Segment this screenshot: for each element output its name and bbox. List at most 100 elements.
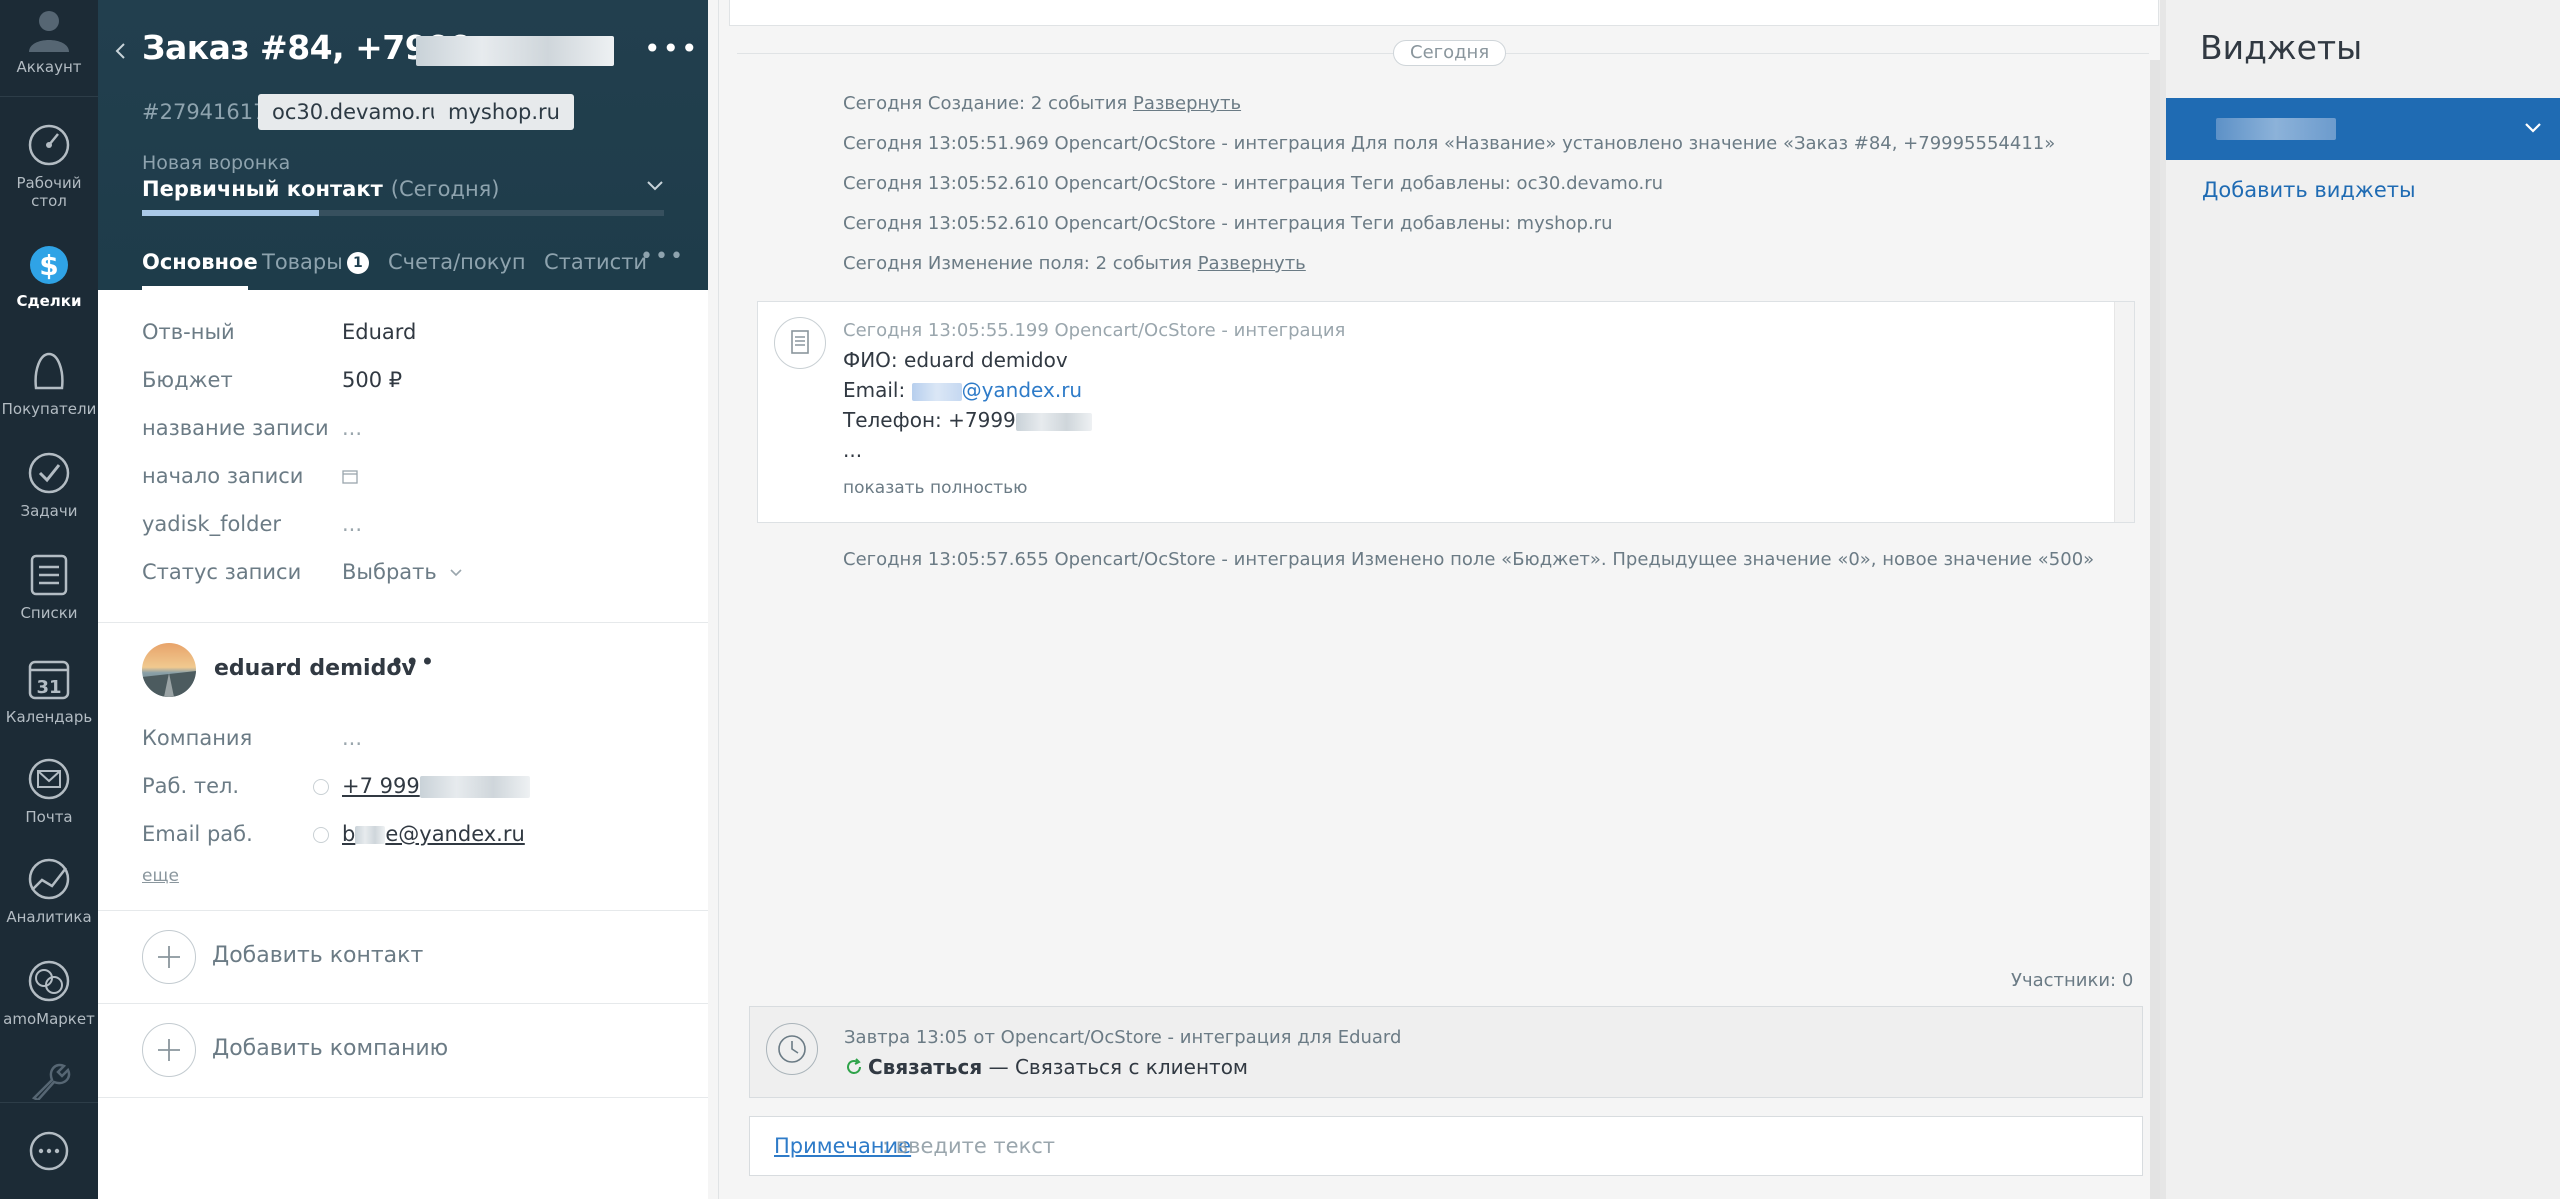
note-email: Email: @yandex.ru [843,378,1082,402]
contact-menu-dots-icon[interactable]: ••• [390,648,435,676]
avatar[interactable] [142,643,196,697]
refresh-icon [847,1058,861,1074]
field-value-responsible[interactable]: Eduard [342,320,416,344]
avatar-landscape-icon [142,671,196,697]
tab-goods-label: Товары [262,250,343,274]
today-date-pill: Сегодня [1393,40,1507,66]
add-contact-button[interactable]: Добавить контакт [212,943,423,968]
lead-id: #27941617 [142,100,267,124]
widgets-title: Виджеты [2200,28,2363,67]
svg-text:$: $ [39,249,58,282]
nav-customers[interactable]: Покупатели [0,348,98,418]
nav-dashboard[interactable]: Рабочий стол [0,122,98,210]
note-ellipsis: ... [843,438,863,462]
widget-name-redacted [2216,118,2336,140]
back-arrow-icon[interactable] [112,36,128,66]
contact-phone-value[interactable]: +7 999 [342,774,530,798]
contact-phone-label: Раб. тел. [142,774,240,798]
settings-wrench-icon[interactable] [26,1060,72,1100]
chevron-down-icon[interactable] [2524,122,2542,134]
field-label-yadisk: yadisk_folder [142,512,282,536]
contact-company-label: Компания [142,726,253,750]
field-value-yadisk[interactable]: ... [342,512,362,536]
tab-goods[interactable]: Товары 1 [262,250,369,274]
section-divider [98,1003,708,1004]
field-value-budget[interactable]: 500 ₽ [342,368,402,392]
document-icon [774,317,826,369]
nav-lists[interactable]: Списки [0,552,98,622]
email-action-icon[interactable] [313,827,329,843]
contact-company-value[interactable]: ... [342,726,362,750]
note-email-link[interactable]: @yandex.ru [962,378,1083,402]
tab-main[interactable]: Основное [142,250,258,274]
tab-invoices[interactable]: Счета/покуп [388,250,526,274]
deals-icon: $ [30,246,68,284]
note-phone-text: Телефон: +7999 [843,408,1016,432]
email-redacted [355,826,386,844]
nav-mail[interactable]: Почта [0,756,98,826]
contact-name[interactable]: eduard demidov [214,656,416,681]
tab-stats[interactable]: Статисти [544,250,647,274]
contact-phone-prefix: +7 999 [342,774,420,798]
show-full-link[interactable]: показать полностью [843,478,1027,498]
feed-top-bar [729,0,2159,26]
calendar-small-icon[interactable] [342,468,358,484]
expand-create-link[interactable]: Развернуть [1133,93,1241,114]
add-widgets-link[interactable]: Добавить виджеты [2202,178,2416,202]
stage-progress [142,210,664,216]
phone-action-icon[interactable] [313,779,329,795]
field-label-record-status: Статус записи [142,560,302,584]
field-label-record-start: начало записи [142,464,304,488]
expand-field-change-link[interactable]: Развернуть [1198,253,1306,274]
contact-email-label: Email раб. [142,822,253,846]
add-company-plus-icon[interactable] [142,1023,196,1077]
event-title-set: Сегодня 13:05:51.969 Opencart/OcStore - … [843,133,2056,154]
event-field-change-text: Сегодня Изменение поля: 2 события [843,253,1198,274]
widget-item[interactable] [2166,98,2560,160]
nav-tasks[interactable]: Задачи [0,450,98,520]
feed-scrollbar[interactable] [2150,60,2160,1199]
lists-icon [30,554,68,596]
contact-email-value[interactable]: b e@yandex.ru [342,822,525,846]
tasks-icon [28,452,70,494]
events-feed: Сегодня Сегодня Создание: 2 события Разв… [708,0,2160,1199]
nav-deals[interactable]: $ Сделки [0,240,98,310]
tag-oc30[interactable]: oc30.devamo.ru [258,94,457,130]
add-contact-plus-icon[interactable] [142,930,196,984]
stage-select[interactable]: Первичный контакт (Сегодня) [142,177,500,201]
nav-analytics[interactable]: Аналитика [0,856,98,926]
task-type: Связаться [868,1055,983,1079]
note-scroll-track[interactable] [2114,302,2134,522]
chevron-down-icon[interactable] [646,180,664,192]
nav-market[interactable]: amoМаркет [0,958,98,1028]
event-tag-myshop: Сегодня 13:05:52.610 Opencart/OcStore - … [843,213,1613,234]
field-value-record-name[interactable]: ... [342,416,362,440]
contact-more-link[interactable]: еще [142,866,179,886]
calendar-icon: 31 [28,660,70,700]
feed-area: Сегодня Сегодня Создание: 2 события Разв… [718,0,2160,1199]
task-meta: Завтра 13:05 от Opencart/OcStore - интег… [844,1027,1402,1048]
note-input-field[interactable]: Примечание : введите текст [749,1116,2143,1176]
chat-icon[interactable] [28,1130,70,1172]
stage-date: (Сегодня) [390,177,500,201]
task-card[interactable]: Завтра 13:05 от Opencart/OcStore - интег… [749,1006,2143,1098]
lead-menu-dots-icon[interactable]: ••• [644,32,700,65]
nav-account[interactable]: Аккаунт [0,6,98,76]
add-company-button[interactable]: Добавить компанию [212,1036,448,1061]
integration-note: Сегодня 13:05:55.199 Opencart/OcStore - … [757,301,2135,523]
task-description: Связаться — Связаться с клиентом [844,1055,1248,1079]
lead-card-header: Заказ #84, +7999 ••• #27941617 oc30.deva… [98,0,708,290]
nav-calendar[interactable]: 31 Календарь [0,656,98,726]
section-divider [98,910,708,911]
record-status-select[interactable]: Выбрать [342,560,463,584]
participants-count[interactable]: Участники: 0 [2011,970,2133,991]
tag-myshop[interactable]: myshop.ru [434,94,574,130]
stage-name: Первичный контакт [142,177,383,201]
event-create: Сегодня Создание: 2 события Развернуть [843,93,1241,114]
widgets-panel: Виджеты Добавить виджеты [2160,0,2560,1199]
section-divider [98,622,708,623]
calendar-day: 31 [36,677,61,698]
contact-email-prefix: b [342,822,356,846]
note-input-placeholder: : введите текст [882,1134,1056,1158]
tabs-more-icon[interactable]: ••• [640,244,685,269]
